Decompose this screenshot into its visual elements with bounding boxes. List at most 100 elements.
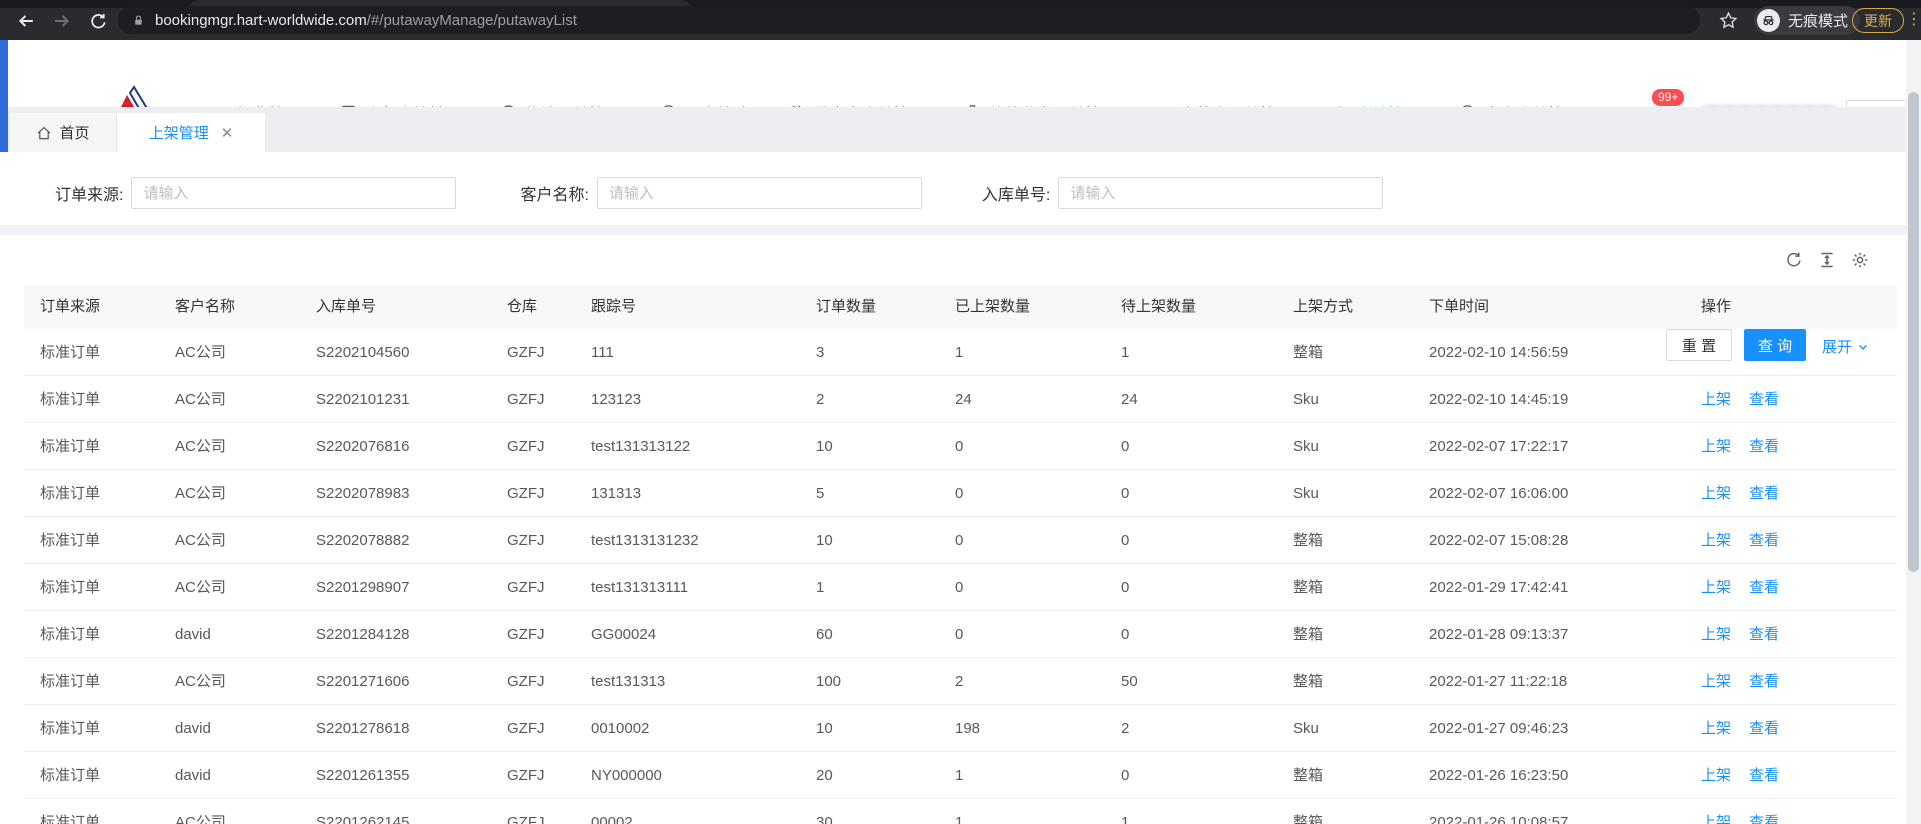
cell-r5-c8: 整箱 <box>1293 579 1324 596</box>
col-header-3: 仓库 <box>507 298 538 315</box>
cell-r2-c3: GZFJ <box>507 438 545 455</box>
cell-r2-c8: Sku <box>1293 438 1319 455</box>
cell-r3-c0: 标准订单 <box>40 485 101 502</box>
cell-r6-c9: 2022-01-28 09:13:37 <box>1429 626 1569 643</box>
app-header: HART物流 提货管理小包仓储转运物流订单管理图表统计供应商账单管理传统业务订单… <box>0 40 1921 147</box>
action-putaway-link[interactable]: 上架 <box>1701 720 1731 737</box>
col-header-7: 待上架数量 <box>1121 298 1197 315</box>
browser-menu-icon[interactable]: ⋮ <box>1906 9 1921 29</box>
table-row-1: 标准订单 AC公司 S2202101231 GZFJ 123123 2 24 24 Sku 202… <box>24 376 1897 423</box>
expand-link[interactable]: 展开 <box>1822 336 1869 357</box>
cell-r1-c6: 24 <box>955 391 972 408</box>
col-header-6: 已上架数量 <box>955 298 1031 315</box>
back-icon[interactable] <box>16 11 36 31</box>
action-putaway-link[interactable]: 上架 <box>1701 391 1731 408</box>
reset-button[interactable]: 重 置 <box>1666 329 1732 361</box>
cell-r4-c3: GZFJ <box>507 532 545 549</box>
table-row-0: 标准订单 AC公司 S2202104560 GZFJ 111 3 1 1 整箱 2022-02-1… <box>24 329 1897 376</box>
cell-r10-c5: 30 <box>816 814 833 824</box>
action-putaway-link[interactable]: 上架 <box>1701 626 1731 643</box>
filter-input-1[interactable] <box>596 177 922 209</box>
scrollbar-track[interactable] <box>1906 40 1921 824</box>
forward-icon[interactable] <box>52 11 72 31</box>
cell-r6-c3: GZFJ <box>507 626 545 643</box>
cell-r1-c2: S2202101231 <box>316 391 410 408</box>
refresh-icon[interactable] <box>1785 251 1803 269</box>
table-row-6: 标准订单 david S2201284128 GZFJ GG00024 60 0 0 整箱 202… <box>24 611 1897 658</box>
cell-r0-c6: 1 <box>955 344 964 361</box>
search-button[interactable]: 查 询 <box>1744 329 1806 361</box>
action-view-link[interactable]: 查看 <box>1749 673 1779 690</box>
notification-count-badge: 99+ <box>1651 88 1686 108</box>
cell-r4-c2: S2202078882 <box>316 532 410 549</box>
cell-r5-c6: 0 <box>955 579 964 596</box>
action-view-link[interactable]: 查看 <box>1749 391 1779 408</box>
cell-r6-c2: S2201284128 <box>316 626 410 643</box>
cell-r9-c5: 20 <box>816 767 833 784</box>
reload-icon[interactable] <box>88 11 108 31</box>
cell-r0-c2: S2202104560 <box>316 344 410 361</box>
action-view-link[interactable]: 查看 <box>1749 579 1779 596</box>
action-putaway-link[interactable]: 上架 <box>1701 485 1731 502</box>
action-view-link[interactable]: 查看 <box>1749 626 1779 643</box>
filter-label: 订单来源: <box>55 187 124 204</box>
action-view-link[interactable]: 查看 <box>1749 485 1779 502</box>
cell-r1-c1: AC公司 <box>175 391 226 408</box>
action-view-link[interactable]: 查看 <box>1749 532 1779 549</box>
table-body: 标准订单 AC公司 S2202104560 GZFJ 111 3 1 1 整箱 2022-02-1… <box>24 329 1897 824</box>
browser-update-button[interactable]: 更新 <box>1852 8 1904 33</box>
cell-r1-c9: 2022-02-10 14:45:19 <box>1429 391 1569 408</box>
settings-gear-icon[interactable] <box>1851 251 1869 269</box>
action-view-link[interactable]: 查看 <box>1749 814 1779 824</box>
cell-r3-c4: 131313 <box>591 485 642 502</box>
filter-label: 入库单号: <box>981 187 1051 204</box>
action-putaway-link[interactable]: 上架 <box>1701 767 1731 784</box>
action-putaway-link[interactable]: 上架 <box>1701 814 1731 824</box>
cell-r2-c0: 标准订单 <box>40 438 101 455</box>
cell-r9-c9: 2022-01-26 16:23:50 <box>1429 767 1569 784</box>
scrollbar-thumb[interactable] <box>1908 92 1919 572</box>
cell-r10-actions: 上架 查看 <box>1685 799 1897 824</box>
incognito-label: 无痕模式 <box>1788 13 1849 30</box>
filter-fields: 订单来源: 客户名称: 入库单号: <box>0 152 1921 209</box>
tab-1[interactable]: 上架管理 ✕ <box>117 113 265 152</box>
cell-r3-c6: 0 <box>955 485 964 502</box>
cell-r1-c8: Sku <box>1293 391 1319 408</box>
action-view-link[interactable]: 查看 <box>1749 720 1779 737</box>
filter-group-2: 入库单号: <box>981 177 1384 209</box>
action-view-link[interactable]: 查看 <box>1749 438 1779 455</box>
filter-panel: 订单来源: 客户名称: 入库单号: 重 置 查 询 展开 <box>0 152 1921 361</box>
cell-r1-c7: 24 <box>1121 391 1138 408</box>
col-header-8: 上架方式 <box>1293 298 1354 315</box>
home-outline-icon <box>36 125 52 141</box>
filter-input-2[interactable] <box>1058 177 1384 209</box>
cell-r8-c0: 标准订单 <box>40 720 101 737</box>
bookmark-star-icon[interactable] <box>1718 10 1738 30</box>
cell-r3-c1: AC公司 <box>175 485 226 502</box>
row-density-icon[interactable] <box>1818 251 1836 269</box>
cell-r5-c0: 标准订单 <box>40 579 101 596</box>
filter-input-0[interactable] <box>131 177 457 209</box>
cell-r7-c1: AC公司 <box>175 673 226 690</box>
cell-r5-c5: 1 <box>816 579 825 596</box>
table-row-4: 标准订单 AC公司 S2202078882 GZFJ test1313131232 10 0… <box>24 517 1897 564</box>
cell-r5-c2: S2201298907 <box>316 579 410 596</box>
cell-r2-c6: 0 <box>955 438 964 455</box>
url-bar[interactable]: bookingmgr.hart-worldwide.com/#/putawayM… <box>118 6 1700 34</box>
col-header-2: 入库单号 <box>316 298 377 315</box>
action-putaway-link[interactable]: 上架 <box>1701 579 1731 596</box>
action-putaway-link[interactable]: 上架 <box>1701 532 1731 549</box>
action-putaway-link[interactable]: 上架 <box>1701 673 1731 690</box>
cell-r8-c6: 198 <box>955 720 981 737</box>
cell-r4-c6: 0 <box>955 532 964 549</box>
cell-r4-c4: test1313131232 <box>591 532 699 549</box>
table-toolbar <box>0 235 1921 285</box>
url-text: bookingmgr.hart-worldwide.com/#/putawayM… <box>155 11 577 29</box>
cell-r3-actions: 上架 查看 <box>1685 470 1897 516</box>
action-view-link[interactable]: 查看 <box>1749 767 1779 784</box>
close-tab-icon[interactable]: ✕ <box>221 124 234 142</box>
cell-r5-c3: GZFJ <box>507 579 545 596</box>
table-row-8: 标准订单 david S2201278618 GZFJ 0010002 10 198 2 Sku… <box>24 705 1897 752</box>
tab-0[interactable]: 首页 <box>10 113 117 152</box>
action-putaway-link[interactable]: 上架 <box>1701 438 1731 455</box>
